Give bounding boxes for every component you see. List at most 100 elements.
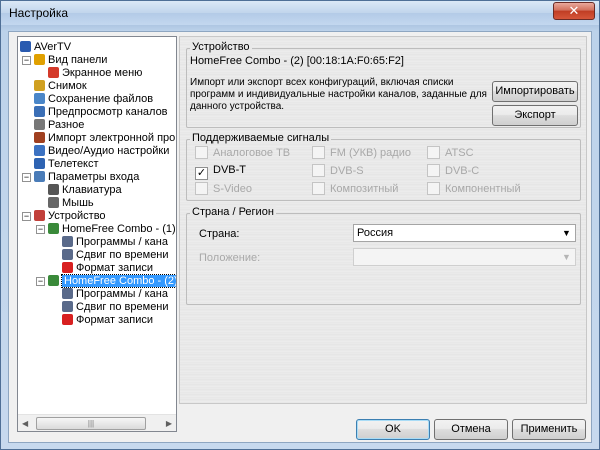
settings-tree[interactable]: ◀ ||| ▶ AVerTV − Вид панели Экранное меню Сн… (17, 36, 177, 432)
tree-item-label: Видео/Аудио настройки (48, 145, 170, 157)
import-icon (34, 132, 45, 143)
record-icon (62, 314, 73, 325)
signal-checkbox[interactable]: ✓ DVB-T (195, 164, 246, 180)
region-group-title: Страна / Регион (190, 206, 276, 218)
tree-item[interactable]: Вид панели (34, 54, 107, 67)
tree-item[interactable]: Параметры входа (34, 171, 139, 184)
checkbox-icon[interactable] (427, 146, 440, 159)
signal-label: ATSC (445, 147, 474, 159)
averTV-icon (20, 41, 31, 52)
country-select[interactable]: Россия ▼ (353, 224, 576, 242)
device-description: Импорт или экспорт всех конфигураций, вк… (190, 77, 487, 112)
checkbox-icon[interactable] (312, 164, 325, 177)
tree-item-label: Параметры входа (48, 171, 140, 183)
signal-label: Композитный (330, 183, 399, 195)
checkbox-icon[interactable] (312, 146, 325, 159)
signal-checkbox[interactable]: Компонентный (427, 182, 521, 195)
tuner-icon (48, 275, 59, 286)
teletext-icon (34, 158, 45, 169)
settings-window: Настройка ✕ ◀ ||| ▶ AVerTV − Вид панели Экр… (0, 0, 600, 450)
checkbox-icon[interactable] (312, 182, 325, 195)
import-button[interactable]: Импортировать (492, 81, 578, 102)
signals-group: Поддерживаемые сигналы Аналоговое ТВ FM (… (186, 132, 581, 201)
tree-item[interactable]: Снимок (34, 80, 87, 93)
av-icon (34, 145, 45, 156)
osd-icon (48, 67, 59, 78)
tree-item[interactable]: Клавиатура (48, 184, 122, 197)
tree-item[interactable]: Сдвиг по времени (62, 301, 169, 314)
tree-expander-icon[interactable]: − (22, 212, 31, 221)
position-select[interactable]: ▼ (353, 248, 576, 266)
eye-icon (34, 106, 45, 117)
export-button[interactable]: Экспорт (492, 105, 578, 126)
tree-item[interactable]: HomeFree Combo - (1) [0 (48, 223, 177, 236)
signal-checkbox[interactable]: S-Video (195, 182, 252, 195)
tree-item-label: Снимок (48, 80, 87, 92)
apply-button[interactable]: Применить (512, 419, 586, 440)
cancel-button[interactable]: Отмена (434, 419, 508, 440)
tree-item-label: Формат записи (76, 314, 154, 326)
position-label: Положение: (199, 252, 261, 264)
tree-item[interactable]: Импорт электронной прог (34, 132, 176, 145)
signal-checkbox[interactable]: Композитный (312, 182, 398, 195)
tree-item[interactable]: Сохранение файлов (34, 93, 153, 106)
signal-label: DVB-T (213, 164, 246, 176)
tree-item-label: Разное (48, 119, 85, 131)
checkbox-icon[interactable] (427, 182, 440, 195)
signal-checkbox[interactable]: DVB-S (312, 164, 364, 177)
programs-icon (62, 236, 73, 247)
programs-icon (62, 288, 73, 299)
tree-expander-icon[interactable]: − (22, 56, 31, 65)
device-name: HomeFree Combo - (2) [00:18:1A:F0:65:F2] (190, 55, 404, 67)
tree-item[interactable]: Программы / кана (62, 236, 168, 249)
title-bar[interactable]: Настройка ✕ (1, 1, 599, 25)
scroll-right-icon[interactable]: ▶ (166, 419, 172, 428)
tree-item[interactable]: Телетекст (34, 158, 99, 171)
scroll-grip-icon: ||| (87, 419, 95, 428)
misc-icon (34, 119, 45, 130)
tree-item-label: Мышь (62, 197, 94, 209)
tree-item[interactable]: Предпросмотр каналов (34, 106, 168, 119)
signal-label: DVB-C (445, 165, 480, 177)
country-value: Россия (357, 227, 394, 239)
checkbox-icon[interactable] (427, 164, 440, 177)
scroll-left-icon[interactable]: ◀ (22, 419, 28, 428)
signal-checkbox[interactable]: Аналоговое ТВ (195, 146, 290, 159)
checkbox-icon[interactable]: ✓ (195, 167, 208, 180)
tree-horizontal-scrollbar[interactable]: ◀ ||| ▶ (18, 414, 176, 431)
save-files-icon (34, 93, 45, 104)
signal-checkbox[interactable]: DVB-C (427, 164, 479, 177)
checkbox-icon[interactable] (195, 146, 208, 159)
input-icon (34, 171, 45, 182)
tree-item[interactable]: Экранное меню (48, 67, 142, 80)
ok-button[interactable]: OK (356, 419, 430, 440)
tree-item[interactable]: Сдвиг по времени (62, 249, 169, 262)
tree-item-label: Предпросмотр каналов (48, 106, 168, 118)
signal-checkbox[interactable]: ATSC (427, 146, 474, 159)
tree-item[interactable]: Устройство (34, 210, 106, 223)
tree-item[interactable]: AVerTV (20, 41, 71, 54)
tree-item[interactable]: Мышь (48, 197, 94, 210)
chevron-down-icon: ▼ (562, 228, 571, 238)
keyboard-icon (48, 184, 59, 195)
close-button[interactable]: ✕ (553, 2, 595, 20)
settings-panel: Устройство HomeFree Combo - (2) [00:18:1… (179, 36, 587, 404)
signal-label: FM (УКВ) радио (330, 147, 411, 159)
tree-expander-icon[interactable]: − (36, 225, 45, 234)
tree-item-label: Формат записи (76, 262, 154, 274)
signal-label: Компонентный (445, 183, 521, 195)
tree-item-label: Сдвиг по времени (76, 301, 169, 313)
tree-expander-icon[interactable]: − (22, 173, 31, 182)
checkbox-icon[interactable] (195, 182, 208, 195)
tree-item[interactable]: Разное (34, 119, 84, 132)
tree-item[interactable]: Формат записи (62, 262, 153, 275)
tree-item[interactable]: HomeFree Combo - (2) [0 (48, 274, 176, 288)
tree-item[interactable]: Видео/Аудио настройки (34, 145, 169, 158)
tree-item[interactable]: Формат записи (62, 314, 153, 327)
signal-checkbox[interactable]: FM (УКВ) радио (312, 146, 411, 159)
scroll-thumb[interactable]: ||| (36, 417, 146, 430)
tree-item-label: HomeFree Combo - (1) [0 (62, 223, 177, 235)
tree-expander-icon[interactable]: − (36, 277, 45, 286)
tree-item-label: Экранное меню (62, 67, 143, 79)
tree-item[interactable]: Программы / кана (62, 288, 168, 301)
